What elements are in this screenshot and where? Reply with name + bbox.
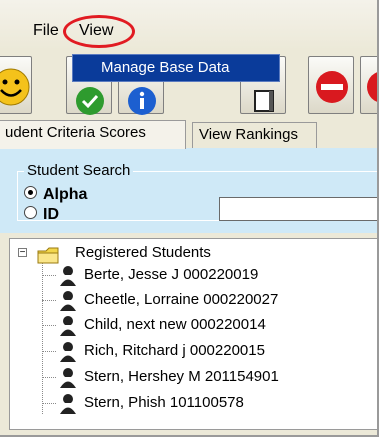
radio-alpha[interactable]: Alpha (24, 186, 87, 204)
student-icon (60, 342, 76, 362)
smiley-button[interactable] (0, 56, 32, 114)
search-panel: Student Search Alpha ID (0, 148, 377, 233)
smiley-icon (0, 68, 30, 106)
radio-alpha-label: Alpha (43, 186, 88, 203)
tab-view-rankings[interactable]: View Rankings (192, 122, 317, 148)
app-window: File View Manage Base Data udent Criteri… (0, 0, 379, 437)
student-label: Cheetle, Lorraine 000220027 (84, 291, 279, 308)
tree-connector-line (42, 263, 43, 414)
student-icon (60, 368, 76, 388)
menu-item-manage-base-data[interactable]: Manage Base Data (73, 55, 279, 81)
tab-strip: udent Criteria Scores View Rankings (0, 120, 377, 149)
radio-id-button[interactable] (24, 206, 37, 220)
student-label: Stern, Hershey M 201154901 (84, 368, 279, 385)
student-icon (60, 394, 76, 414)
red-tool-icon (367, 72, 377, 102)
student-search-legend: Student Search (24, 162, 134, 179)
student-label: Rich, Ritchard j 000220015 (84, 342, 265, 359)
radio-id-label: ID (43, 206, 59, 223)
menu-bar: File View (0, 0, 377, 50)
view-dropdown-menu: Manage Base Data (72, 54, 280, 82)
radio-alpha-button[interactable] (24, 186, 37, 200)
menu-view[interactable]: View (79, 22, 113, 40)
menu-file[interactable]: File (33, 22, 59, 40)
student-label: Child, next new 000220014 (84, 316, 266, 333)
extra-button[interactable] (360, 56, 377, 114)
stop-icon (316, 71, 348, 103)
search-input[interactable] (219, 197, 377, 221)
tree-root-label: Registered Students (75, 244, 211, 261)
folder-icon (37, 247, 59, 264)
student-label: Berte, Jesse J 000220019 (84, 266, 259, 283)
radio-id[interactable]: ID (24, 206, 59, 224)
stop-button[interactable] (308, 56, 354, 114)
student-icon (60, 316, 76, 336)
collapse-icon[interactable]: − (18, 248, 27, 258)
student-icon (60, 291, 76, 311)
student-tree[interactable]: − Registered Students Berte, Jesse J 000… (9, 238, 377, 430)
student-label: Stern, Phish 101100578 (84, 394, 244, 411)
tab-student-criteria-scores[interactable]: udent Criteria Scores (0, 120, 186, 149)
student-icon (60, 266, 76, 286)
